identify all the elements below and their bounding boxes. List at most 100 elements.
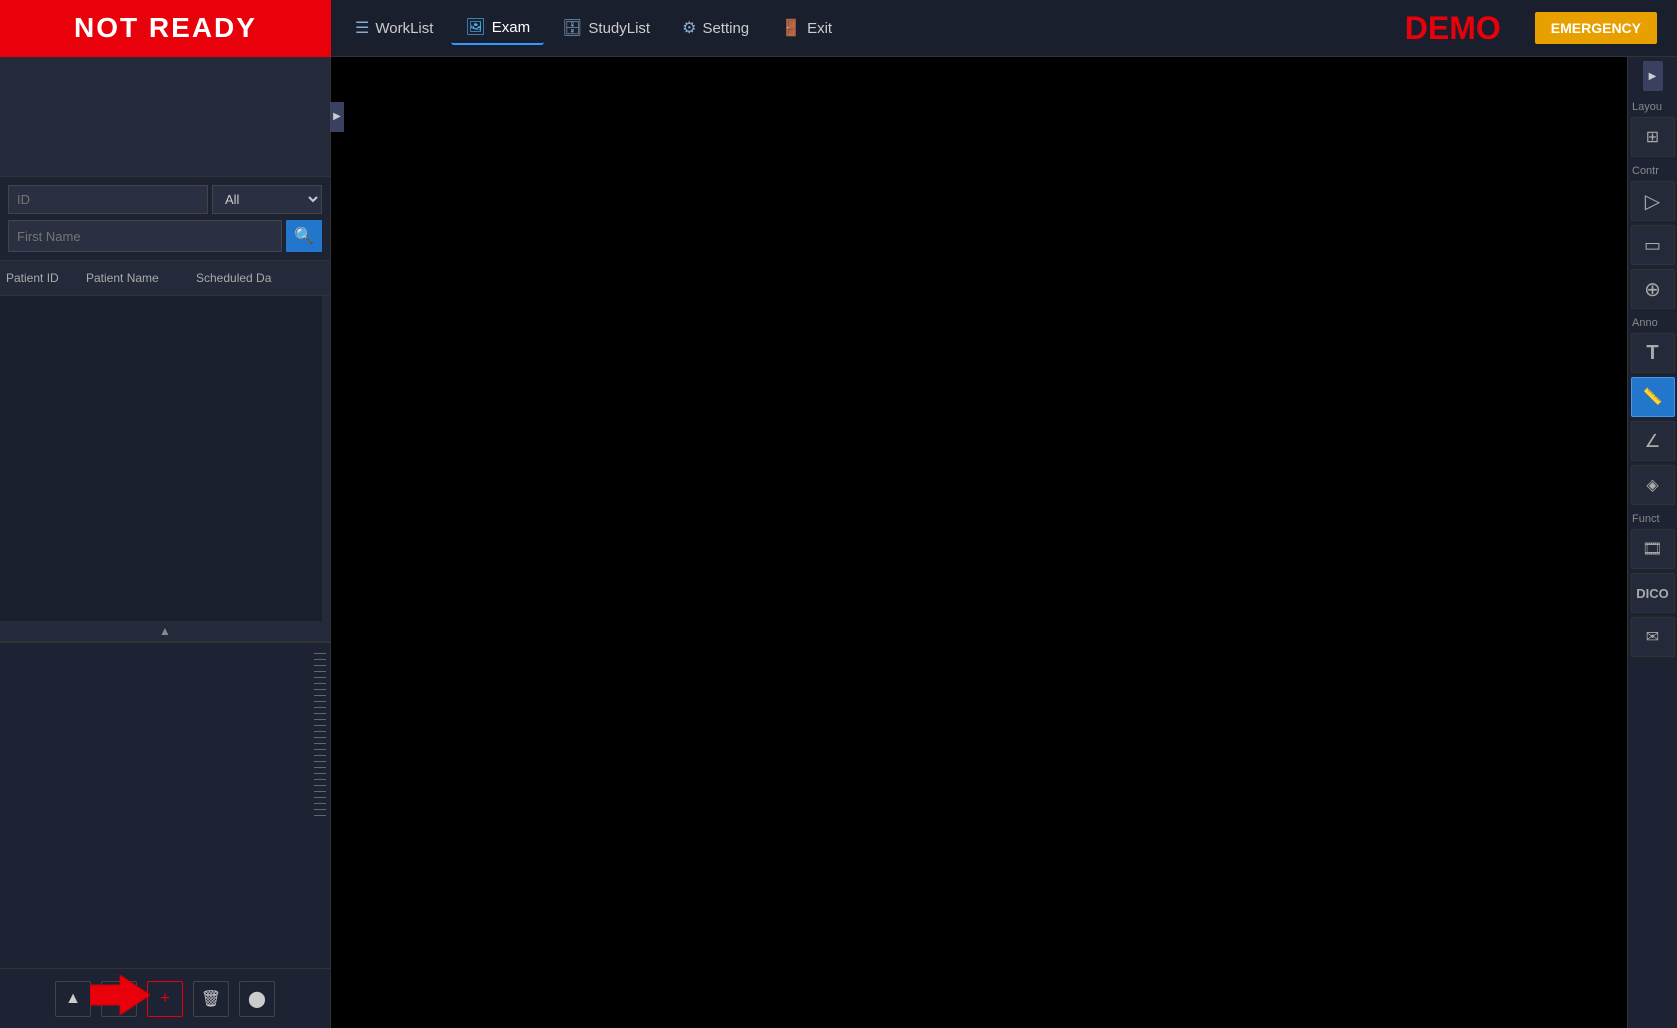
ruler-tick (314, 803, 326, 804)
ruler-tick (314, 791, 326, 792)
ruler-tick (314, 797, 326, 798)
film-icon: 🎞 (1642, 539, 1662, 559)
ruler-tick (314, 665, 326, 666)
nav-exit[interactable]: 🚪 Exit (767, 12, 846, 44)
up-arrow-icon: ▲ (159, 624, 171, 638)
firstname-input[interactable] (8, 220, 282, 252)
zoom-tool-button[interactable]: ⊕ (1631, 269, 1675, 309)
setting-label: Setting (702, 20, 749, 37)
exam-label: Exam (492, 19, 530, 36)
col-scheduled-date: Scheduled Da (190, 267, 330, 289)
rect-tool-button[interactable]: ▭ (1631, 225, 1675, 265)
add-icon: + (160, 990, 169, 1008)
filter-dropdown[interactable]: All Today Week (212, 185, 322, 214)
nav-exam[interactable]: 🖼 Exam (451, 11, 544, 45)
ruler-tick (314, 725, 326, 726)
scroll-up-button[interactable]: ▲ (55, 981, 91, 1017)
table-body (0, 296, 330, 621)
emergency-button[interactable]: EMERGENCY (1535, 12, 1657, 44)
zoom-icon: ⊕ (1644, 277, 1661, 302)
id-input[interactable] (8, 185, 208, 214)
collapse-button[interactable]: ▶ (330, 102, 344, 132)
worklist-label: WorkList (375, 20, 433, 37)
setting-icon: ⚙ (682, 18, 696, 38)
import-icon: ⬤ (248, 989, 266, 1009)
ruler-tick (314, 701, 326, 702)
ruler-tick (314, 677, 326, 678)
layout-tool-button[interactable]: ⊞ (1631, 117, 1675, 157)
arrow-indicator (90, 975, 150, 1020)
ruler-tick (314, 743, 326, 744)
not-ready-badge: NOT READY (0, 0, 331, 57)
ruler-tick (314, 653, 326, 654)
exit-icon: 🚪 (781, 18, 801, 38)
ruler-tick (314, 785, 326, 786)
table-header: Patient ID Patient Name Scheduled Da (0, 261, 330, 296)
col-patient-name: Patient Name (80, 267, 190, 289)
function-section-header: Funct (1628, 507, 1677, 527)
ruler-tick (314, 815, 326, 816)
layout-section-header: Layou (1628, 95, 1677, 115)
right-expand-button[interactable]: ▶ (1643, 61, 1663, 91)
scroll-indicator[interactable] (322, 296, 330, 621)
cursor-icon: ▷ (1645, 189, 1660, 214)
angle-tool-button[interactable]: ∠ (1631, 421, 1675, 461)
ruler-tick (314, 755, 326, 756)
bottom-preview-area (0, 643, 330, 968)
layout-icon: ⊞ (1646, 127, 1659, 147)
eraser-tool-button[interactable]: ◈ (1631, 465, 1675, 505)
annotation-section-header: Anno (1628, 311, 1677, 331)
exam-area (331, 57, 1627, 1028)
ruler-tick (314, 671, 326, 672)
ruler-tick (314, 731, 326, 732)
mail-icon: ✉ (1646, 627, 1659, 647)
studylist-label: StudyList (588, 20, 650, 37)
delete-icon: 🗑 (201, 989, 221, 1009)
up-icon: ▲ (65, 990, 81, 1008)
import-button[interactable]: ⬤ (239, 981, 275, 1017)
nav-studylist[interactable]: 🗄 StudyList (548, 12, 664, 44)
ruler-tick (314, 809, 326, 810)
text-icon: T (1646, 342, 1658, 365)
ruler-tick (314, 683, 326, 684)
cursor-tool-button[interactable]: ▷ (1631, 181, 1675, 221)
exam-icon: 🖼 (465, 17, 485, 37)
control-section-header: Contr (1628, 159, 1677, 179)
ruler-tick (314, 737, 326, 738)
ruler-tick (314, 749, 326, 750)
ruler-tick (314, 713, 326, 714)
eraser-icon: ◈ (1646, 475, 1658, 495)
nav-setting[interactable]: ⚙ Setting (668, 12, 763, 44)
mail-tool-button[interactable]: ✉ (1631, 617, 1675, 657)
preview-area: ▶ (0, 57, 330, 177)
search-row2: 🔍 (8, 220, 322, 252)
search-icon: 🔍 (294, 226, 314, 246)
search-row1: All Today Week (8, 185, 322, 214)
delete-button[interactable]: 🗑 (193, 981, 229, 1017)
nav-worklist[interactable]: ☰ WorkList (341, 12, 447, 44)
search-button[interactable]: 🔍 (286, 220, 322, 252)
right-panel: ▶ Layou ⊞ Contr ▷ ▭ ⊕ Anno T 📏 ∠ ◈ Funct… (1627, 57, 1677, 1028)
angle-icon: ∠ (1644, 431, 1660, 452)
ruler-tick (314, 695, 326, 696)
main-content: ▶ All Today Week 🔍 Patient ID (0, 57, 1677, 1028)
next-arrow-icon (90, 975, 150, 1015)
bottom-toolbar: ▲ ▼ + 🗑 ⬤ (0, 968, 330, 1028)
ruler-tool-button[interactable]: 📏 (1631, 377, 1675, 417)
left-sidebar: ▶ All Today Week 🔍 Patient ID (0, 57, 331, 1028)
ruler-tick (314, 707, 326, 708)
up-collapse-button[interactable]: ▲ (0, 621, 330, 641)
ruler-tick (314, 659, 326, 660)
ruler-tick (314, 779, 326, 780)
nav-items: ☰ WorkList 🖼 Exam 🗄 StudyList ⚙ Setting … (331, 10, 1677, 47)
topbar: NOT READY ☰ WorkList 🖼 Exam 🗄 StudyList … (0, 0, 1677, 57)
exit-label: Exit (807, 20, 832, 37)
demo-label: DEMO (1375, 10, 1531, 47)
text-tool-button[interactable]: T (1631, 333, 1675, 373)
ruler-icon: 📏 (1643, 387, 1663, 407)
add-button[interactable]: + (147, 981, 183, 1017)
ruler-tick (314, 773, 326, 774)
dicom-tool-button[interactable]: DICO (1631, 573, 1675, 613)
search-area: All Today Week 🔍 (0, 177, 330, 261)
film-tool-button[interactable]: 🎞 (1631, 529, 1675, 569)
